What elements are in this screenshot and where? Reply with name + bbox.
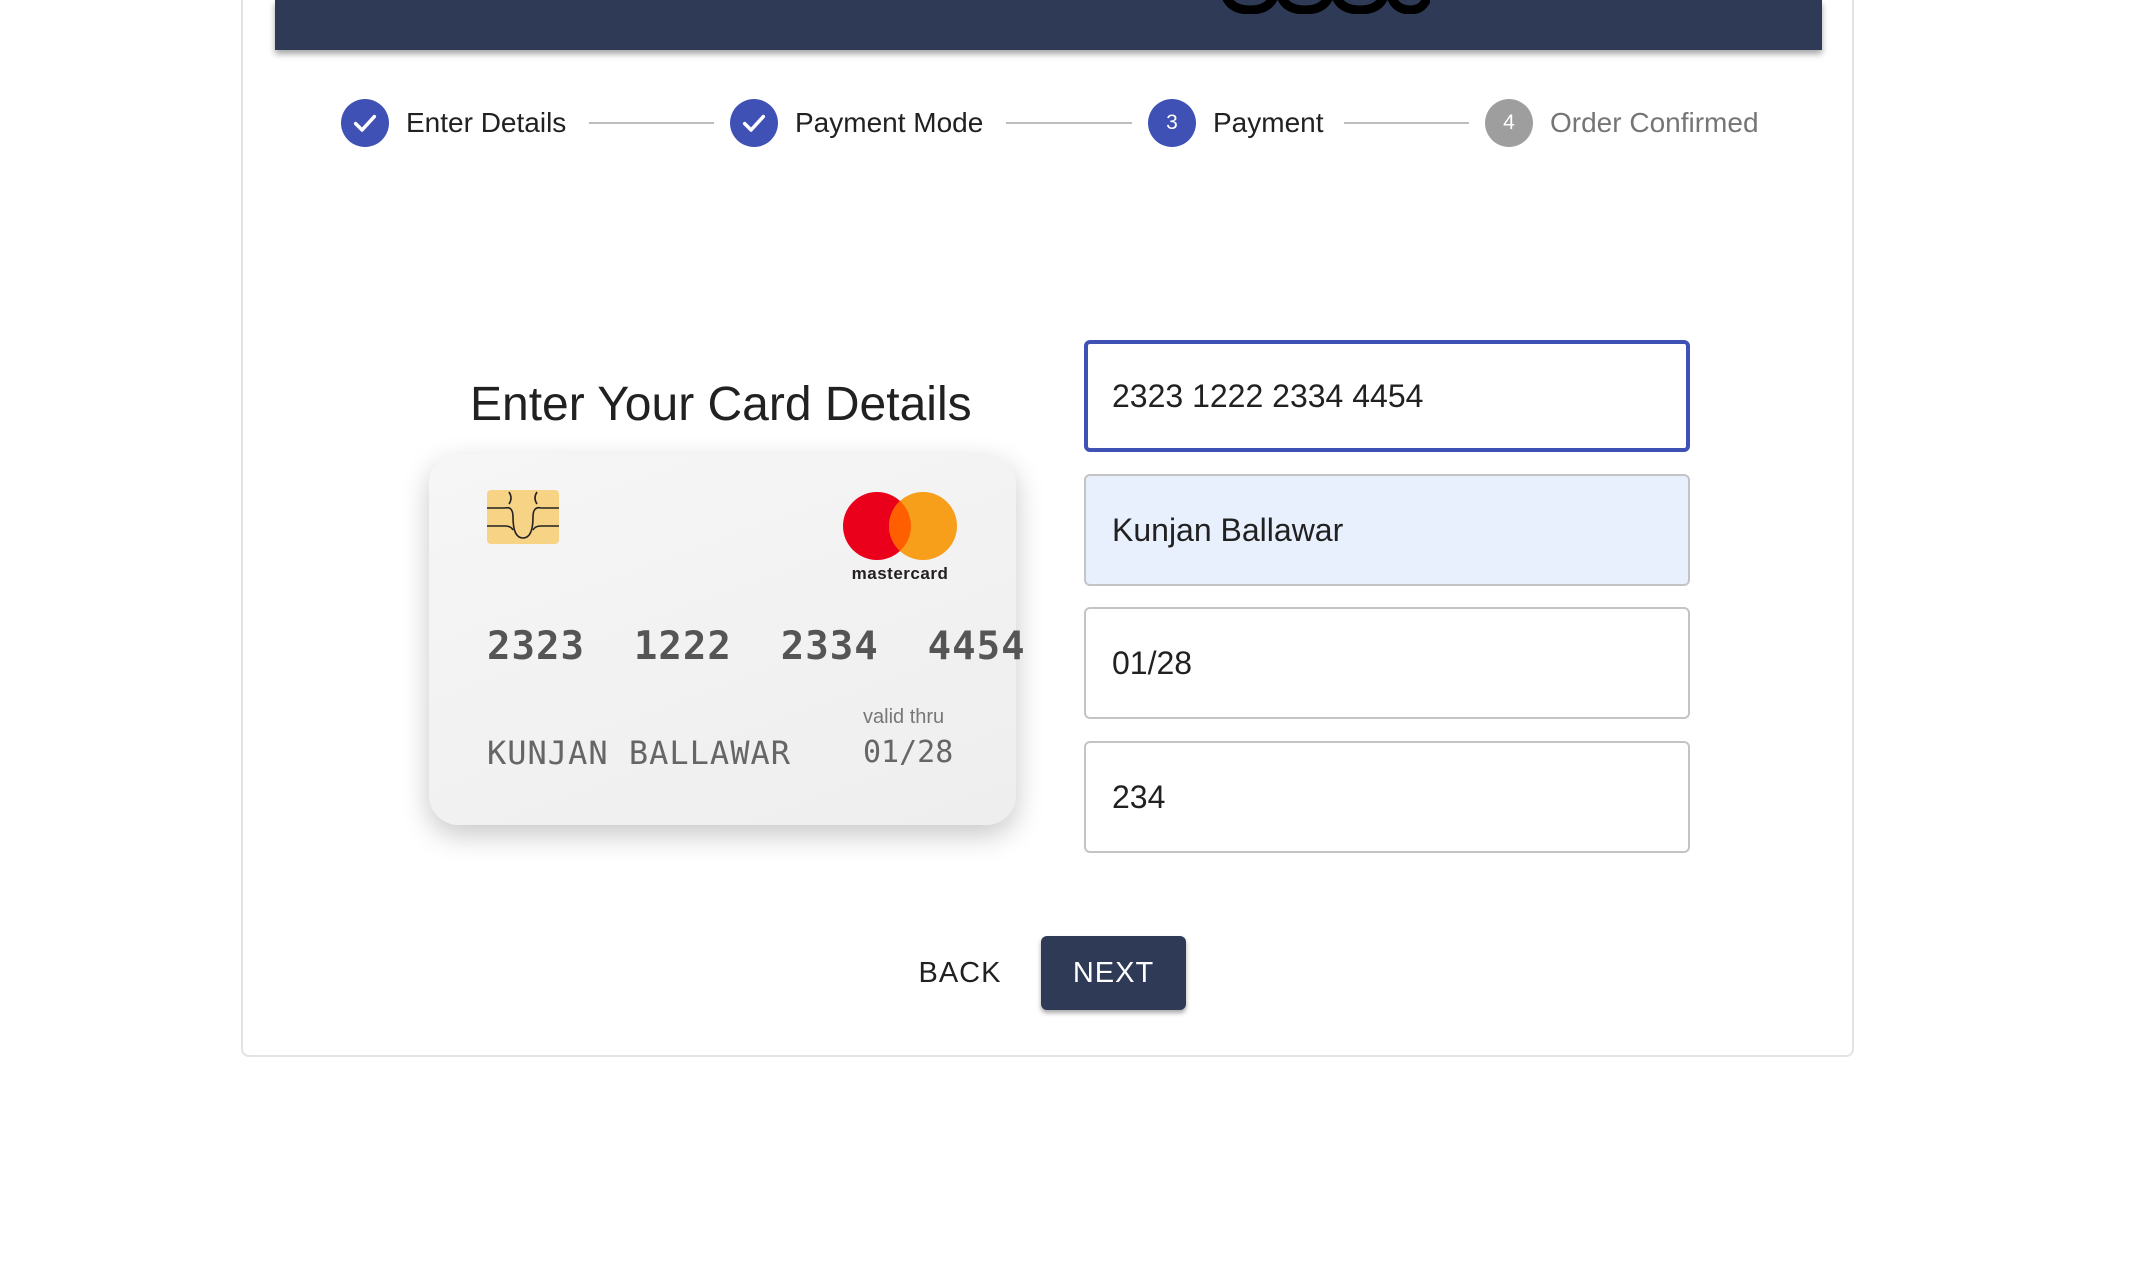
card-preview-holder: KUNJAN BALLAWAR	[487, 734, 791, 772]
check-icon	[742, 114, 766, 132]
valid-thru-label: valid thru	[863, 706, 945, 728]
mastercard-logo: mastercard	[841, 490, 959, 583]
mastercard-wordmark: mastercard	[851, 564, 949, 583]
card-number-input[interactable]	[1084, 340, 1690, 452]
back-button[interactable]: BACK	[900, 938, 1020, 1008]
expiry-input[interactable]	[1084, 607, 1690, 719]
next-button[interactable]: NEXT	[1041, 936, 1186, 1010]
card-preview-expiry: 01/28	[863, 735, 954, 770]
credit-card-preview: mastercard 2323 1222 2334 4454 valid thr…	[429, 454, 1025, 825]
step-3-number: 3	[1148, 99, 1196, 147]
card-preview-number: 2323 1222 2334 4454	[487, 624, 1026, 669]
checkout-stepper: Enter Details Payment Mode 3 Payment 4 O…	[0, 0, 2138, 150]
card-name-input[interactable]	[1084, 474, 1690, 586]
cvc-input[interactable]	[1084, 741, 1690, 853]
step-connector	[1344, 122, 1469, 124]
step-1-label: Enter Details	[406, 107, 567, 138]
mastercard-icon	[843, 492, 957, 560]
card-details-heading: Enter Your Card Details	[470, 378, 972, 431]
step-1-check-icon	[341, 99, 389, 147]
step-3-label: Payment	[1213, 107, 1324, 138]
step-2-check-icon	[730, 99, 778, 147]
step-4-number: 4	[1485, 99, 1533, 147]
step-4-label: Order Confirmed	[1550, 107, 1759, 138]
check-icon	[353, 114, 377, 132]
step-connector	[589, 122, 714, 124]
step-2-label: Payment Mode	[795, 107, 984, 138]
step-connector	[1006, 122, 1132, 124]
chip-icon	[487, 490, 559, 544]
